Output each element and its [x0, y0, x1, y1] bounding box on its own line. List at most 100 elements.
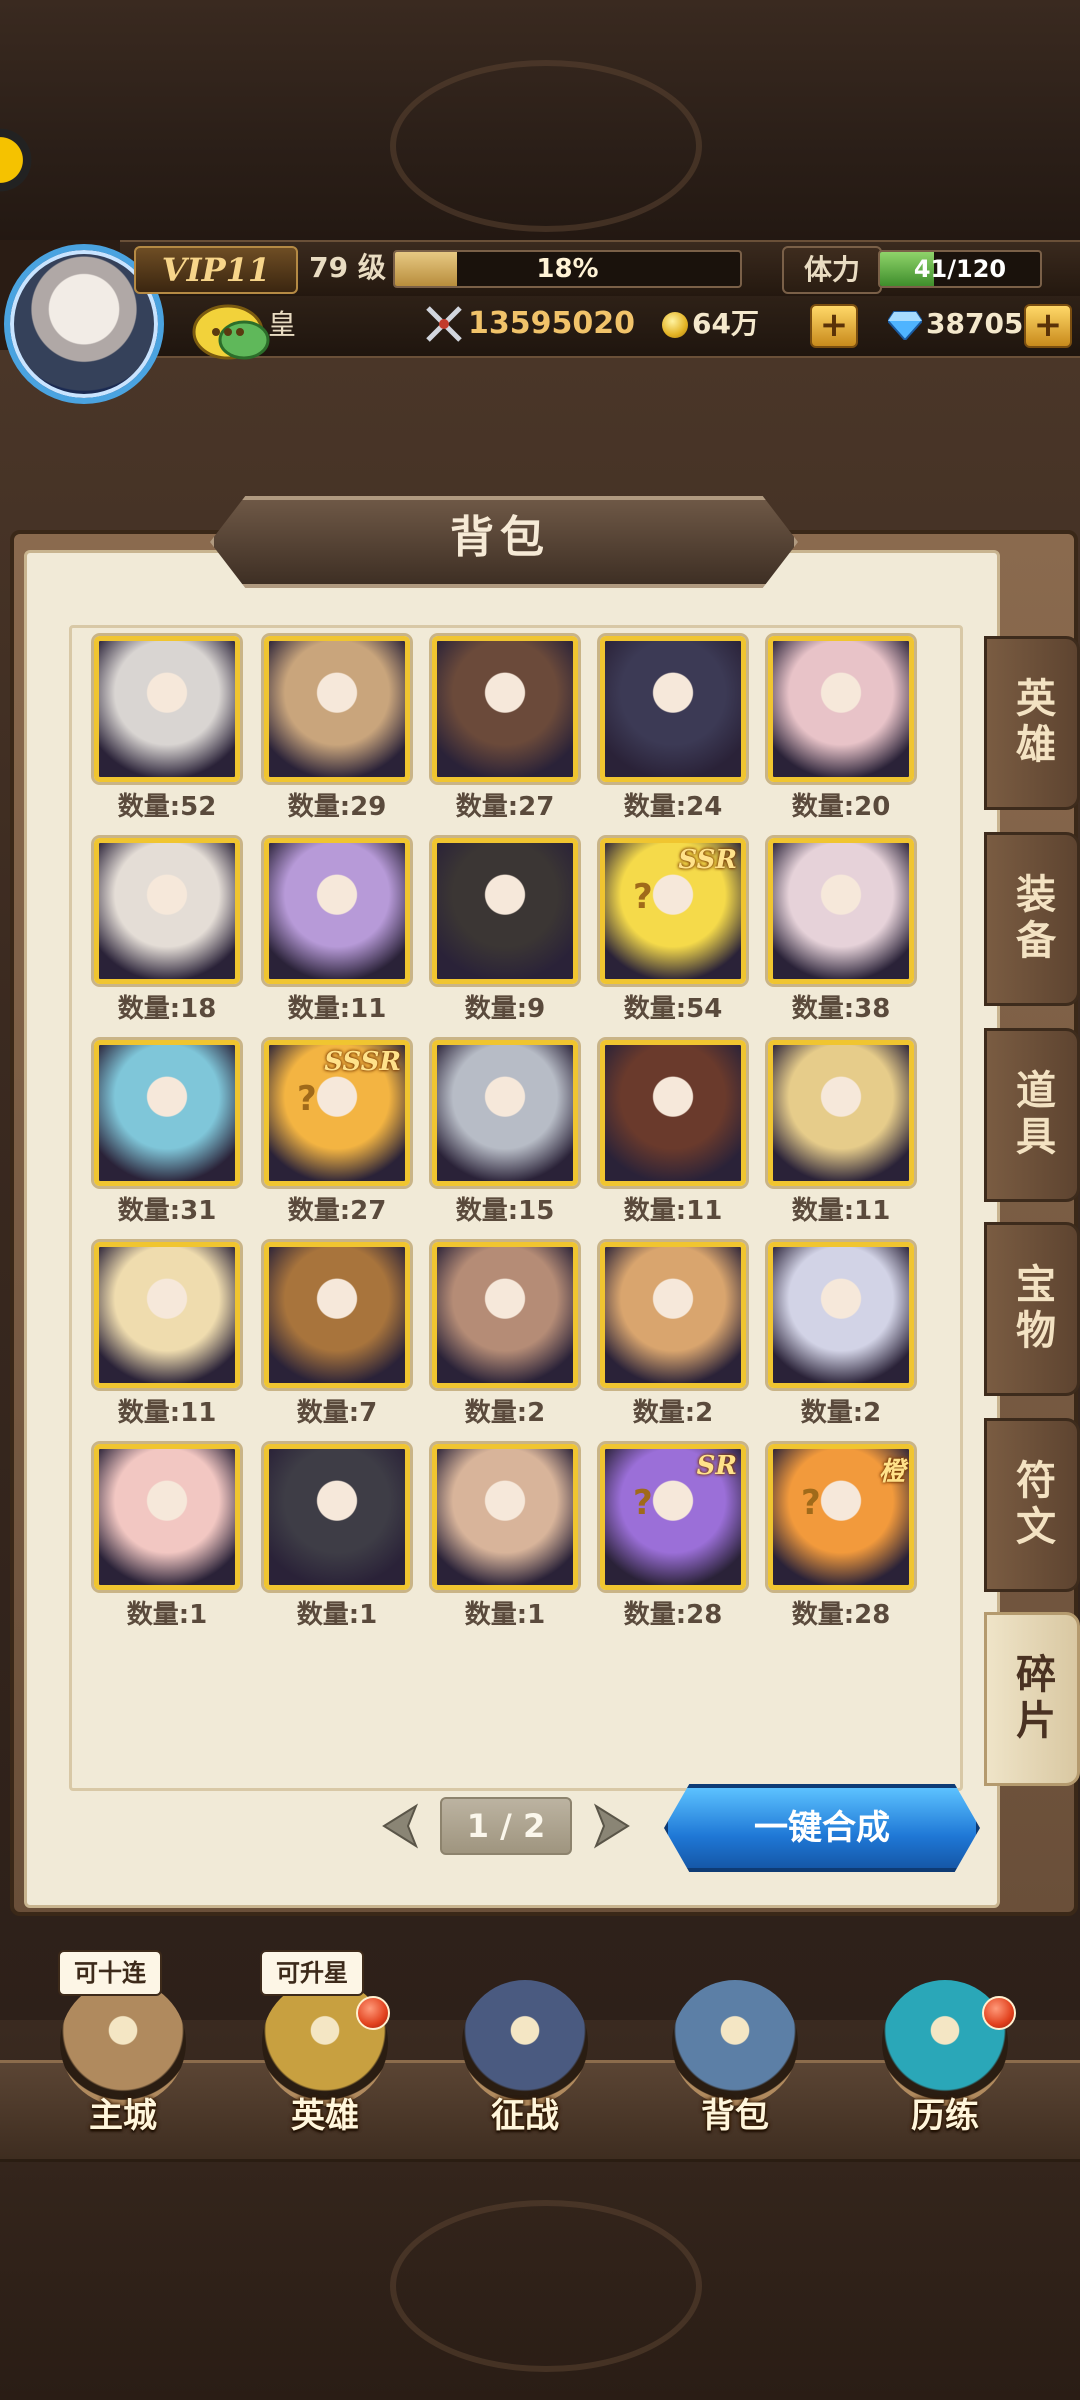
fragment-count: 数量:11 — [791, 1196, 891, 1226]
fragment-count: 数量:1 — [464, 1600, 546, 1630]
question-mark-icon: ? — [801, 1483, 821, 1523]
fragment-item[interactable]: 数量:2 — [600, 1242, 746, 1432]
fragment-frame — [432, 838, 578, 984]
hero-portrait — [269, 1449, 405, 1585]
fragment-item[interactable]: 数量:18 — [94, 838, 240, 1028]
fragment-item[interactable]: 数量:20 — [768, 636, 914, 826]
fragment-item[interactable]: 数量:11 — [94, 1242, 240, 1432]
fragment-frame: ? SSR — [600, 838, 746, 984]
fragment-count: 数量:9 — [464, 994, 546, 1024]
hero-portrait — [605, 641, 741, 777]
hero-portrait — [773, 641, 909, 777]
fragment-count: 数量:52 — [117, 792, 217, 822]
fragment-item[interactable]: 数量:11 — [600, 1040, 746, 1230]
fragment-count: 数量:28 — [623, 1600, 723, 1630]
hero-portrait — [437, 1045, 573, 1181]
hero-portrait — [99, 843, 235, 979]
fragment-frame — [768, 1242, 914, 1388]
merge-all-button[interactable]: 一键合成 — [664, 1784, 980, 1872]
gold-amount: 64万 — [692, 307, 759, 340]
hero-portrait — [773, 1247, 909, 1383]
hero-portrait — [605, 1045, 741, 1181]
fragment-item[interactable]: 数量:1 — [432, 1444, 578, 1634]
fragment-item[interactable]: ? SR 数量:28 — [600, 1444, 746, 1634]
fragment-frame — [94, 636, 240, 782]
fragment-item[interactable]: 数量:9 — [432, 838, 578, 1028]
tab-treasures[interactable]: 宝物 — [984, 1222, 1080, 1396]
panel-title: 背包 — [450, 512, 550, 563]
fragment-count: 数量:2 — [632, 1398, 714, 1428]
fragment-item[interactable]: 数量:29 — [264, 636, 410, 826]
fragment-count: 数量:54 — [623, 994, 723, 1024]
fragment-frame — [264, 1242, 410, 1388]
nav-label: 征战 — [491, 2096, 559, 2136]
fragment-item[interactable]: ? 橙数量:28 — [768, 1444, 914, 1634]
hero-portrait — [437, 1247, 573, 1383]
fragment-item[interactable]: 数量:2 — [432, 1242, 578, 1432]
add-gold-button[interactable]: + — [810, 304, 858, 348]
fragment-frame — [768, 838, 914, 984]
fragment-count: 数量:2 — [800, 1398, 882, 1428]
question-mark-icon: ? — [633, 877, 653, 917]
fragment-count: 数量:28 — [791, 1600, 891, 1630]
fragment-item[interactable]: 数量:52 — [94, 636, 240, 826]
fragment-item[interactable]: 数量:1 — [264, 1444, 410, 1634]
bottom-ornament — [390, 2200, 702, 2372]
fragment-item[interactable]: 数量:7 — [264, 1242, 410, 1432]
fragment-count: 数量:11 — [623, 1196, 723, 1226]
fragment-item[interactable]: ? SSR 数量:54 — [600, 838, 746, 1028]
nav-label: 背包 — [701, 2096, 769, 2136]
nav-badge-tag: 可十连 — [58, 1950, 162, 1996]
stamina-bar[interactable]: 41/120 — [878, 250, 1042, 288]
prev-page-button[interactable] — [376, 1802, 422, 1850]
hero-portrait — [773, 1045, 909, 1181]
fragment-frame — [432, 636, 578, 782]
tab-runes[interactable]: 符文 — [984, 1418, 1080, 1592]
gold-coin-icon — [662, 312, 688, 338]
page-indicator: 1 / 2 — [440, 1797, 572, 1855]
side-eye-icon[interactable] — [0, 120, 40, 200]
fragment-item[interactable]: 数量:1 — [94, 1444, 240, 1634]
tab-heroes[interactable]: 英雄 — [984, 636, 1080, 810]
hero-portrait — [99, 1449, 235, 1585]
fragment-item[interactable]: 数量:11 — [768, 1040, 914, 1230]
fragment-item[interactable]: 数量:31 — [94, 1040, 240, 1230]
fragment-item[interactable]: ? SSSR 数量:27 — [264, 1040, 410, 1230]
hero-portrait — [437, 1449, 573, 1585]
chat-icon[interactable] — [190, 300, 274, 370]
player-level: 79 级 — [309, 251, 386, 284]
fragment-frame — [600, 636, 746, 782]
nav-training-button[interactable]: 历练 — [870, 1960, 1020, 2160]
fragment-item[interactable]: 数量:38 — [768, 838, 914, 1028]
vip-badge[interactable]: VIP11 — [134, 246, 298, 294]
hero-portrait — [99, 641, 235, 777]
hero-portrait — [269, 843, 405, 979]
fragment-count: 数量:1 — [296, 1600, 378, 1630]
fragment-count: 数量:38 — [791, 994, 891, 1024]
stamina-label: 体力 — [782, 246, 882, 294]
hero-portrait — [269, 1247, 405, 1383]
fragment-frame — [94, 838, 240, 984]
add-gems-button[interactable]: + — [1024, 304, 1072, 348]
fragment-item[interactable]: 数量:2 — [768, 1242, 914, 1432]
rarity-tag: SR — [696, 1451, 737, 1481]
fragment-count: 数量:15 — [455, 1196, 555, 1226]
fragment-item[interactable]: 数量:27 — [432, 636, 578, 826]
nav-backpack-button[interactable]: 背包 — [660, 1960, 810, 2160]
fragment-frame — [600, 1040, 746, 1186]
fragment-item[interactable]: 数量:24 — [600, 636, 746, 826]
hero-portrait — [99, 1247, 235, 1383]
fragment-frame — [264, 1444, 410, 1590]
fragment-frame — [432, 1040, 578, 1186]
next-page-button[interactable] — [590, 1802, 636, 1850]
hero-portrait — [269, 641, 405, 777]
diamond-icon — [888, 311, 922, 340]
tab-items[interactable]: 道具 — [984, 1028, 1080, 1202]
fragment-item[interactable]: 数量:15 — [432, 1040, 578, 1230]
rarity-tag: SSR — [678, 845, 737, 875]
tab-fragments[interactable]: 碎片 — [984, 1612, 1080, 1786]
fragment-item[interactable]: 数量:11 — [264, 838, 410, 1028]
hero-portrait — [437, 641, 573, 777]
tab-equipment[interactable]: 装备 — [984, 832, 1080, 1006]
nav-campaign-button[interactable]: 征战 — [450, 1960, 600, 2160]
